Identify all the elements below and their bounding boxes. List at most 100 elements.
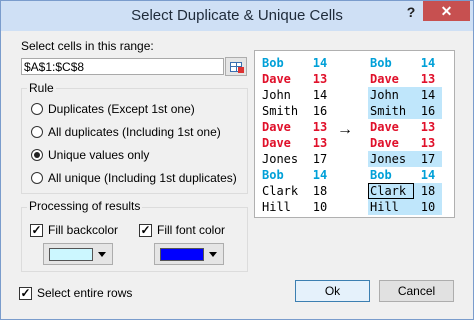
preview-row: Hill 10 [368, 199, 442, 215]
preview-row: Smith 16 [368, 103, 442, 119]
preview-row: Bob 14 [260, 55, 334, 71]
preview-value-cell: 14 [312, 56, 328, 70]
range-arrow-icon [238, 67, 244, 73]
preview-name-cell: Jones [368, 151, 414, 167]
preview-value-cell: 13 [420, 72, 436, 86]
select-entire-rows-option[interactable]: ✓ Select entire rows [19, 285, 132, 301]
backcolor-swatch [49, 248, 93, 261]
rule-radio[interactable] [31, 103, 43, 115]
ok-button[interactable]: Ok [295, 280, 370, 302]
processing-group-title: Processing of results [27, 199, 143, 213]
fontcolor-swatch [160, 248, 204, 261]
rule-option[interactable]: All unique (Including 1st duplicates) [31, 170, 237, 186]
preview-value-cell: 14 [420, 168, 436, 182]
preview-name-cell: Jones [262, 152, 299, 166]
rule-option-label: All unique (Including 1st duplicates) [48, 171, 237, 185]
fill-backcolor-checkbox[interactable]: ✓ [30, 223, 43, 237]
preview-name-cell: Bob [370, 168, 392, 182]
preview-name-cell: Hill [262, 200, 291, 214]
preview-panel: Bob 14 Dave 13 John 14 Smith 16 Dave 13 Dave 13 Jone… [254, 50, 455, 218]
preview-value-cell: 16 [312, 104, 328, 118]
preview-value-cell: 18 [414, 183, 442, 199]
chevron-down-icon [209, 252, 217, 257]
preview-name-cell: Bob [262, 168, 284, 182]
preview-value-cell: 13 [312, 120, 328, 134]
preview-name-cell: Smith [262, 104, 299, 118]
preview-name-cell: Bob [370, 56, 392, 70]
rule-option[interactable]: Duplicates (Except 1st one) [31, 101, 195, 117]
preview-before-table: Bob 14 Dave 13 John 14 Smith 16 Dave 13 Dave 13 Jone… [260, 55, 334, 215]
preview-row: Clark 18 [260, 183, 334, 199]
chevron-down-icon [98, 252, 106, 257]
preview-row: Dave 13 [368, 119, 442, 135]
rule-option-label: Duplicates (Except 1st one) [48, 102, 195, 116]
preview-value-cell: 10 [312, 200, 328, 214]
preview-name-cell: John [368, 87, 414, 103]
backcolor-dropdown[interactable] [43, 243, 113, 265]
close-button[interactable]: ✕ [423, 1, 470, 21]
arrow-right-icon: → [337, 121, 353, 138]
rule-radio[interactable] [31, 172, 43, 184]
preview-name-cell: Dave [370, 136, 399, 150]
preview-name-cell: Dave [262, 136, 291, 150]
preview-value-cell: 14 [414, 87, 442, 103]
preview-name-cell: John [262, 88, 291, 102]
preview-row: Dave 13 [260, 135, 334, 151]
title-bar: Select Duplicate & Unique Cells ? ✕ [1, 1, 473, 31]
preview-name-cell: Clark [262, 184, 299, 198]
preview-name-cell: Dave [262, 120, 291, 134]
fill-fontcolor-label: Fill font color [157, 223, 226, 237]
preview-row: Jones 17 [260, 151, 334, 167]
preview-row: Bob 14 [260, 167, 334, 183]
preview-row: Bob 14 [368, 55, 442, 71]
fill-fontcolor-checkbox[interactable]: ✓ [139, 223, 152, 237]
dialog-window: Select Duplicate & Unique Cells ? ✕ Sele… [0, 0, 474, 320]
preview-value-cell: 18 [312, 184, 328, 198]
range-input[interactable] [21, 58, 224, 75]
rule-option[interactable]: All duplicates (Including 1st one) [31, 124, 221, 140]
preview-value-cell: 14 [420, 56, 436, 70]
preview-name-cell: Dave [370, 120, 399, 134]
cancel-button[interactable]: Cancel [379, 280, 454, 302]
preview-value-cell: 14 [312, 168, 328, 182]
fill-backcolor-label: Fill backcolor [48, 223, 119, 237]
preview-row: John 14 [260, 87, 334, 103]
preview-value-cell: 16 [414, 103, 442, 119]
preview-row: Dave 13 [368, 71, 442, 87]
preview-row: Dave 13 [260, 119, 334, 135]
preview-value-cell: 14 [312, 88, 328, 102]
preview-row: John 14 [368, 87, 442, 103]
rule-radio[interactable] [31, 149, 43, 161]
preview-value-cell: 17 [414, 151, 442, 167]
preview-row: Bob 14 [368, 167, 442, 183]
preview-value-cell: 13 [420, 136, 436, 150]
preview-row: Clark 18 [368, 183, 442, 199]
select-entire-rows-label: Select entire rows [37, 286, 133, 300]
preview-name-cell: Hill [368, 199, 414, 215]
preview-row: Dave 13 [368, 135, 442, 151]
range-select-button[interactable] [225, 57, 247, 76]
fill-backcolor-option[interactable]: ✓ Fill backcolor [30, 222, 118, 238]
fill-fontcolor-option[interactable]: ✓ Fill font color [139, 222, 225, 238]
preview-name-cell: Smith [368, 103, 414, 119]
preview-after-table: Bob 14 Dave 13 John 14 Smith 16 Dave 13 Dave 13 Jone… [368, 55, 442, 215]
preview-row: Smith 16 [260, 103, 334, 119]
preview-name-cell: Bob [262, 56, 284, 70]
range-label: Select cells in this range: [21, 39, 154, 53]
preview-name-cell: Dave [370, 72, 399, 86]
preview-row: Jones 17 [368, 151, 442, 167]
help-button[interactable]: ? [399, 1, 423, 23]
fontcolor-dropdown[interactable] [154, 243, 224, 265]
rule-group-title: Rule [27, 81, 56, 95]
preview-value-cell: 13 [312, 72, 328, 86]
rule-option[interactable]: Unique values only [31, 147, 149, 163]
preview-name-cell: Clark [368, 183, 414, 199]
preview-row: Dave 13 [260, 71, 334, 87]
preview-value-cell: 10 [414, 199, 442, 215]
preview-value-cell: 17 [312, 152, 328, 166]
preview-row: Hill 10 [260, 199, 334, 215]
preview-name-cell: Dave [262, 72, 291, 86]
select-entire-rows-checkbox[interactable]: ✓ [19, 286, 32, 300]
rule-radio[interactable] [31, 126, 43, 138]
preview-value-cell: 13 [312, 136, 328, 150]
